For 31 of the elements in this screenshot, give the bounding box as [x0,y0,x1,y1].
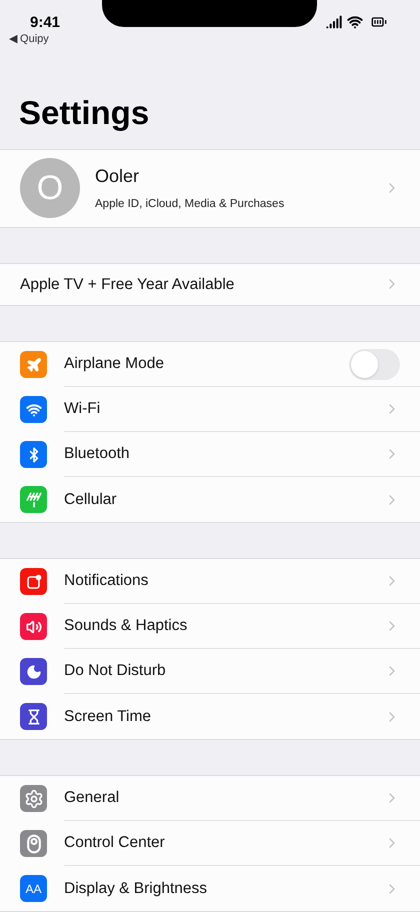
row-label: Wi-Fi [64,399,102,420]
profile-row[interactable]: O Ooler Apple ID, iCloud, Media & Purchases [0,148,420,228]
profile-name: Ooler [95,165,140,188]
speaker-icon [26,618,42,634]
row-label: Notifications [64,571,150,592]
notification-badge-icon [26,574,42,590]
row-label: Cellular [64,490,118,510]
status-time: 9:41 [30,13,60,33]
promo-label: Apple TV + Free Year Available [20,274,236,295]
row-label: General [64,788,120,808]
text-size-icon: AA [25,882,42,894]
wifi-status-icon [347,14,363,30]
row-label: Bluetooth [64,444,130,464]
row-label: Screen Time [64,706,152,727]
page-title: Settings [19,96,150,129]
back-link[interactable]: ◀ Quipy [9,31,49,48]
promo-row[interactable]: Apple TV + Free Year Available [0,262,420,306]
row-label: Control Center [64,833,166,854]
profile-subtitle: Apple ID, iCloud, Media & Purchases [95,197,286,212]
airplane-icon [26,356,42,372]
row-label: Display & Brightness [64,878,208,899]
row-label: Airplane Mode [64,354,165,374]
signal-icon [326,14,342,30]
row-label: Do Not Disturb [64,661,167,682]
antenna-icon [26,492,42,508]
row-label: Sounds & Haptics [64,616,188,636]
wifi-icon [26,402,42,418]
hourglass-icon [26,708,42,724]
avatar: O [20,158,80,218]
moon-icon [26,664,42,680]
toggle-switch[interactable] [349,348,400,380]
